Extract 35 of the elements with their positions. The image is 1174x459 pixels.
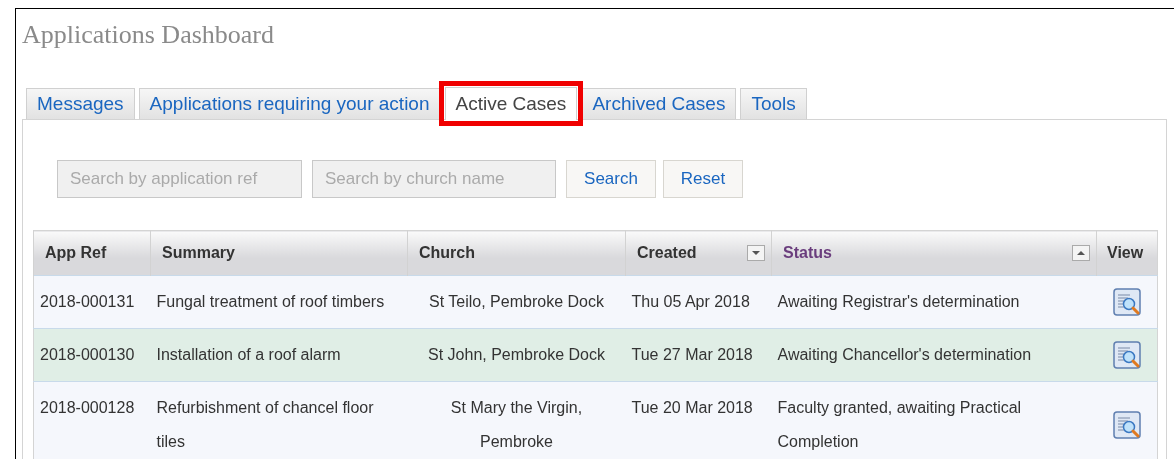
table-cell: Installation of a roof alarm [150, 328, 408, 382]
tab[interactable]: Messages [26, 88, 135, 119]
table-cell: Thu 05 Apr 2018 [625, 275, 772, 329]
table-cell: Awaiting Chancellor's determination [771, 328, 1097, 382]
view-document-icon[interactable] [1111, 410, 1142, 440]
page-title: Applications Dashboard [22, 19, 275, 51]
table-cell: 2018-000131 [33, 275, 151, 329]
column-header[interactable]: Church [407, 230, 626, 276]
table-cell: 2018-000130 [33, 328, 151, 382]
table-cell: Fungal treatment of roof timbers [150, 275, 408, 329]
sort-up-icon[interactable] [1072, 245, 1090, 261]
column-header[interactable]: View [1096, 230, 1158, 276]
tab[interactable]: Archived Cases [581, 88, 737, 119]
column-header[interactable]: Status [771, 230, 1097, 276]
table-cell: St Teilo, Pembroke Dock [407, 275, 626, 329]
column-header[interactable]: Created [625, 230, 772, 276]
view-document-icon[interactable] [1111, 340, 1142, 370]
view-document-icon[interactable] [1111, 287, 1142, 317]
column-header[interactable]: App Ref [33, 230, 151, 276]
table-cell: Awaiting Registrar's determination [771, 275, 1097, 329]
tab[interactable]: Tools [740, 88, 807, 119]
search-field[interactable]: Search by application ref [57, 160, 302, 198]
reset-button[interactable]: Reset [663, 160, 743, 198]
table-cell: 2018-000128 [33, 381, 151, 459]
table-cell: Tue 27 Mar 2018 [625, 328, 772, 382]
search-button[interactable]: Search [566, 160, 656, 198]
table-cell: Faculty granted, awaiting Practical Completion [771, 381, 1097, 459]
search-field[interactable]: Search by church name [312, 160, 556, 198]
column-header[interactable]: Summary [150, 230, 408, 276]
table-cell: St John, Pembroke Dock [407, 328, 626, 382]
table-cell: St Mary the Virgin, Pembroke [407, 381, 626, 459]
sort-down-icon[interactable] [747, 245, 765, 261]
tab[interactable]: Applications requiring your action [138, 88, 441, 119]
table-cell: Refurbishment of chancel floor tiles [150, 381, 408, 459]
table-cell: Tue 20 Mar 2018 [625, 381, 772, 459]
